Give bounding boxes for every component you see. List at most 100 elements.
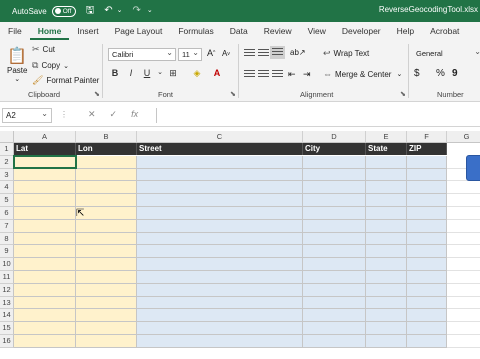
cell-c8[interactable]: [137, 232, 303, 246]
cell-a16[interactable]: [14, 335, 76, 348]
cell-d14[interactable]: [303, 309, 366, 323]
cell-b12[interactable]: [76, 283, 137, 297]
formula-input[interactable]: [156, 108, 480, 123]
cell-b5[interactable]: [76, 194, 137, 207]
cell-a3[interactable]: [14, 168, 76, 182]
cell-e6[interactable]: [366, 207, 407, 220]
orientation-icon[interactable]: ab↗: [290, 48, 306, 57]
name-box[interactable]: A2: [2, 107, 52, 123]
align-right-icon[interactable]: [272, 70, 283, 79]
cell-d10[interactable]: [303, 258, 366, 271]
row-header-14[interactable]: 14: [0, 309, 14, 323]
tab-page-layout[interactable]: Page Layout: [107, 22, 171, 40]
cell-a13[interactable]: [14, 296, 76, 310]
autosave-toggle[interactable]: Off: [51, 5, 76, 17]
cell-d12[interactable]: [303, 283, 366, 297]
enter-icon[interactable]: ✓: [110, 109, 118, 120]
cell-f7[interactable]: [407, 219, 447, 233]
row-header-3[interactable]: 3: [0, 168, 14, 182]
column-header-d[interactable]: D: [303, 131, 366, 143]
cell-c16[interactable]: [137, 335, 303, 348]
cell-g12[interactable]: [447, 284, 480, 297]
wrap-text-button[interactable]: ↩ Wrap Text: [323, 48, 369, 59]
cell-f13[interactable]: [407, 296, 447, 310]
comma-style-button[interactable]: 9: [452, 68, 458, 79]
cell-g11[interactable]: [447, 271, 480, 284]
cell-f12[interactable]: [407, 283, 447, 297]
align-middle-icon[interactable]: [258, 49, 269, 58]
header-cell-city[interactable]: City: [303, 143, 366, 155]
cell-a4[interactable]: [14, 181, 76, 195]
alignment-launcher-icon[interactable]: ⬊: [400, 90, 406, 98]
cell-c4[interactable]: [137, 181, 303, 195]
chevron-down-icon[interactable]: ⌄: [153, 68, 167, 76]
cell-a7[interactable]: [14, 219, 76, 233]
tab-formulas[interactable]: Formulas: [170, 22, 221, 40]
cell-a5[interactable]: [14, 194, 76, 207]
decrease-font-icon[interactable]: Av: [222, 49, 230, 58]
tab-home[interactable]: Home: [29, 22, 70, 40]
cell-c9[interactable]: [137, 245, 303, 259]
cell-d8[interactable]: [303, 232, 366, 246]
undo-icon[interactable]: ↶: [104, 6, 112, 16]
cell-c7[interactable]: [137, 219, 303, 233]
italic-button[interactable]: I: [124, 68, 138, 78]
row-header-6[interactable]: 6: [0, 207, 14, 220]
cell-b3[interactable]: [76, 168, 137, 182]
cancel-icon[interactable]: ✕: [88, 109, 96, 120]
cell-c5[interactable]: [137, 194, 303, 207]
cell-c10[interactable]: [137, 258, 303, 271]
row-header-16[interactable]: 16: [0, 335, 14, 348]
header-cell-lon[interactable]: Lon: [76, 143, 137, 155]
row-header-7[interactable]: 7: [0, 219, 14, 233]
merge-center-button[interactable]: ⇔ Merge & Center ⌄: [323, 69, 402, 79]
cell-d15[interactable]: [303, 322, 366, 335]
cell-c6[interactable]: [137, 207, 303, 220]
font-color-icon[interactable]: A: [210, 68, 224, 78]
cell-c3[interactable]: [137, 168, 303, 182]
font-launcher-icon[interactable]: ⬊: [230, 90, 236, 98]
cell-e9[interactable]: [366, 245, 407, 259]
cell-a9[interactable]: [14, 245, 76, 259]
tab-acrobat[interactable]: Acrobat: [422, 22, 467, 40]
cell-a6[interactable]: [14, 207, 76, 220]
tab-developer[interactable]: Developer: [334, 22, 389, 40]
select-all-corner[interactable]: [0, 131, 14, 143]
cell-g6[interactable]: [447, 207, 480, 220]
cell-d9[interactable]: [303, 245, 366, 259]
cell-e5[interactable]: [366, 194, 407, 207]
cell-g10[interactable]: [447, 258, 480, 271]
align-top-icon[interactable]: [244, 49, 255, 58]
cell-b13[interactable]: [76, 296, 137, 310]
cell-e3[interactable]: [366, 168, 407, 182]
row-header-2[interactable]: 2: [0, 155, 14, 169]
increase-font-icon[interactable]: A ^: [207, 48, 215, 58]
cut-button[interactable]: ✂ Cut: [32, 44, 55, 55]
font-size-select[interactable]: 11: [178, 47, 202, 61]
cell-e7[interactable]: [366, 219, 407, 233]
cell-g9[interactable]: [447, 245, 480, 259]
cell-b10[interactable]: [76, 258, 137, 271]
cell-f16[interactable]: [407, 335, 447, 348]
header-cell-lat[interactable]: Lat: [14, 143, 76, 155]
cell-g7[interactable]: [447, 220, 480, 233]
shape-button[interactable]: [466, 155, 480, 181]
cell-d4[interactable]: [303, 181, 366, 195]
cell-f9[interactable]: [407, 245, 447, 259]
cell-e16[interactable]: [366, 335, 407, 348]
customize-toolbar-icon[interactable]: ⌄: [147, 6, 153, 16]
cell-a15[interactable]: [14, 322, 76, 335]
cell-a11[interactable]: [14, 271, 76, 284]
cell-e11[interactable]: [366, 271, 407, 284]
row-header-5[interactable]: 5: [0, 194, 14, 207]
cell-g15[interactable]: [447, 322, 480, 335]
cell-e8[interactable]: [366, 232, 407, 246]
cell-b8[interactable]: [76, 232, 137, 246]
redo-icon[interactable]: ↷: [133, 6, 141, 16]
column-header-e[interactable]: E: [366, 131, 407, 143]
cell-a8[interactable]: [14, 232, 76, 246]
cell-d11[interactable]: [303, 271, 366, 284]
cell-b7[interactable]: [76, 219, 137, 233]
row-header-15[interactable]: 15: [0, 322, 14, 335]
cell-b2[interactable]: [76, 155, 137, 169]
